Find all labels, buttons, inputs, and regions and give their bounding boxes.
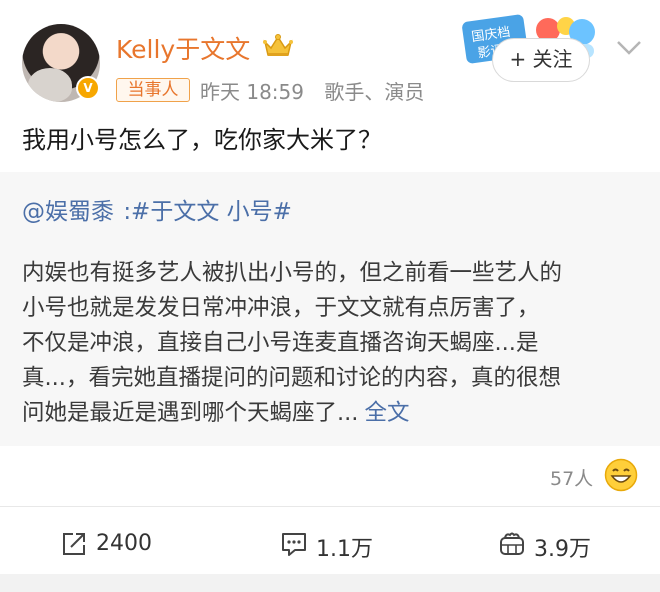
- share-icon: [63, 533, 85, 555]
- repost-line-last: 问她是最近是遇到哪个天蝎座了... 全文: [22, 396, 642, 431]
- smile-emoji-icon[interactable]: [604, 458, 638, 492]
- repost-title: @娱蜀黍 :#于文文 小号#: [22, 192, 292, 226]
- comment-button[interactable]: 1.1万: [280, 520, 400, 568]
- crown-icon: [263, 34, 293, 56]
- user-profession: 歌手、演员: [324, 80, 425, 104]
- repost-line: 内娱也有挺多艺人被扒出小号的，但之前看一些艺人的: [22, 260, 563, 286]
- post-header: V Kelly于文文 当事人 昨天 18:59 歌手、演员 国庆档 影评 + 关…: [0, 0, 660, 112]
- bottom-spacer: [0, 574, 660, 592]
- repost-count: 2400: [96, 531, 152, 556]
- like-button[interactable]: 3.9万: [498, 520, 618, 568]
- party-involved-tag: 当事人: [116, 78, 190, 102]
- like-icon: [500, 532, 524, 555]
- repost-topic-link[interactable]: :#于文文 小号#: [123, 199, 292, 225]
- repost-line: 真...，看完她直播提问的问题和讨论的内容，真的很想: [22, 365, 561, 391]
- comment-count: 1.1万: [316, 537, 373, 562]
- repost-button[interactable]: 2400: [60, 520, 180, 568]
- repost-body: 内娱也有挺多艺人被扒出小号的，但之前看一些艺人的 小号也就是发发日常冲冲浪，于文…: [22, 256, 642, 431]
- repost-line: 小号也就是发发日常冲冲浪，于文文就有点厉害了，: [22, 295, 540, 321]
- post-text: 我用小号怎么了，吃你家大米了？: [22, 126, 382, 154]
- repost-source-user[interactable]: @娱蜀黍: [22, 199, 114, 225]
- chevron-down-icon[interactable]: [616, 40, 642, 56]
- verified-badge-icon: V: [76, 76, 100, 100]
- post-time: 昨天 18:59: [200, 80, 304, 104]
- follow-button[interactable]: + 关注: [492, 38, 590, 82]
- divider: [0, 506, 660, 507]
- repost-line-text: 问她是最近是遇到哪个天蝎座了...: [22, 400, 359, 426]
- avatar-cat-image: [28, 68, 72, 102]
- like-count: 3.9万: [534, 537, 591, 562]
- post-meta: 昨天 18:59 歌手、演员: [200, 76, 438, 105]
- comment-icon: [282, 533, 306, 556]
- repost-line: 不仅是冲浪，直接自己小号连麦直播咨询天蝎座...是: [22, 330, 539, 356]
- weibo-post-page: V Kelly于文文 当事人 昨天 18:59 歌手、演员 国庆档 影评 + 关…: [0, 0, 660, 592]
- username[interactable]: Kelly于文文: [116, 30, 250, 66]
- full-text-link[interactable]: 全文: [364, 400, 409, 426]
- liked-people-count[interactable]: 57人: [550, 464, 593, 491]
